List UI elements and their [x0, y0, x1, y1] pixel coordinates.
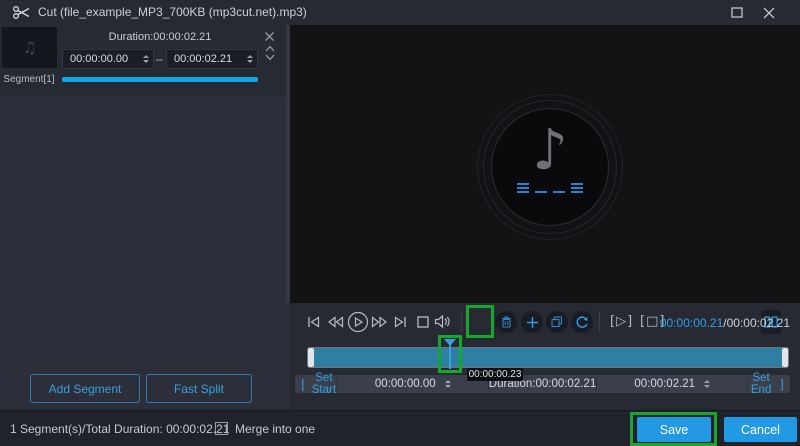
- current-time: 00:00:00.21: [659, 316, 724, 330]
- merge-into-one-checkbox[interactable]: [215, 422, 228, 435]
- segment-start-spinner[interactable]: [143, 55, 149, 63]
- segment-duration-label: Duration:00:00:02.21: [108, 31, 212, 43]
- music-note-thumbnail-icon: ♫: [22, 38, 37, 57]
- add-segment-icon-button[interactable]: [521, 311, 543, 333]
- trim-start-input[interactable]: 00:00:00.00: [338, 378, 488, 390]
- trim-end-input[interactable]: 00:00:02.21: [597, 378, 747, 390]
- fast-split-button[interactable]: Fast Split: [146, 374, 252, 403]
- segment-summary: 1 Segment(s)/Total Duration: 00:00:02.21: [10, 422, 230, 436]
- play-button[interactable]: [347, 311, 369, 333]
- music-note-icon: ♪: [532, 118, 568, 183]
- time-display: 00:00:00.21/00:00:02.21: [660, 316, 790, 330]
- add-segment-button[interactable]: Add Segment: [30, 374, 140, 403]
- cancel-button[interactable]: Cancel: [724, 417, 797, 442]
- trim-end-handle[interactable]: [782, 348, 788, 367]
- skip-to-start-button[interactable]: [306, 315, 321, 329]
- trim-start-spinner[interactable]: [444, 380, 451, 388]
- segment-thumbnail[interactable]: ♫: [2, 27, 57, 68]
- total-time: /00:00:02.21: [723, 316, 790, 330]
- trim-start-value: 00:00:00.00: [374, 378, 436, 390]
- open-bracket: [: [301, 377, 305, 391]
- next-frame-button[interactable]: [371, 315, 388, 329]
- segment-start-value: 00:00:00.00: [70, 53, 129, 65]
- scissors-icon: [12, 5, 31, 20]
- equalizer-icon: [517, 181, 583, 193]
- segment-end-value: 00:00:02.21: [174, 53, 233, 65]
- trim-bar: [ Set Start 00:00:00.00 Duration:00:00:0…: [295, 372, 790, 396]
- segment-start-input[interactable]: 00:00:00.00: [62, 49, 154, 69]
- maximize-button[interactable]: [726, 4, 748, 21]
- save-button[interactable]: Save: [637, 417, 711, 442]
- reset-button[interactable]: [571, 311, 593, 333]
- close-button[interactable]: [758, 4, 780, 21]
- reorder-segment-icon[interactable]: [264, 45, 276, 61]
- close-bracket: ]: [780, 377, 784, 391]
- window-title: Cut (file_example_MP3_700KB (mp3cut.net)…: [38, 5, 307, 19]
- set-start-button[interactable]: Set Start: [311, 372, 337, 396]
- stop-button[interactable]: [417, 316, 429, 328]
- segment-end-input[interactable]: 00:00:02.21: [166, 49, 258, 69]
- title-bar: Cut (file_example_MP3_700KB (mp3cut.net)…: [0, 0, 800, 25]
- set-end-button[interactable]: Set End: [748, 372, 774, 396]
- timeline-track[interactable]: [307, 347, 789, 368]
- audio-preview-area: ♪: [290, 25, 800, 303]
- playhead-tooltip: 00:00:00.23: [467, 368, 523, 381]
- segment-end-spinner[interactable]: [247, 55, 253, 63]
- trim-end-value: 00:00:02.21: [634, 378, 696, 390]
- volume-icon[interactable]: [434, 314, 451, 329]
- range-separator: –: [156, 52, 163, 66]
- segment-label: Segment[1]: [3, 74, 55, 85]
- trim-end-spinner[interactable]: [704, 380, 711, 388]
- audio-disc: ♪: [491, 108, 609, 226]
- previous-frame-button[interactable]: [327, 315, 344, 329]
- play-segment-button[interactable]: [▷]: [610, 314, 633, 329]
- cut-dialog: Cut (file_example_MP3_700KB (mp3cut.net)…: [0, 0, 800, 446]
- skip-to-end-button[interactable]: [393, 315, 408, 329]
- segment-range-bar[interactable]: [62, 77, 258, 82]
- playhead-line: [449, 343, 451, 369]
- copy-segment-button[interactable]: [546, 311, 568, 333]
- trim-start-handle[interactable]: [308, 348, 314, 367]
- remove-segment-icon[interactable]: [264, 31, 275, 42]
- delete-segment-button[interactable]: [495, 311, 517, 333]
- merge-into-one-label: Merge into one: [235, 422, 316, 436]
- playback-controls-area: [▷] [□] 00:00:00.21/00:00:02.21 00:00:00…: [290, 303, 800, 410]
